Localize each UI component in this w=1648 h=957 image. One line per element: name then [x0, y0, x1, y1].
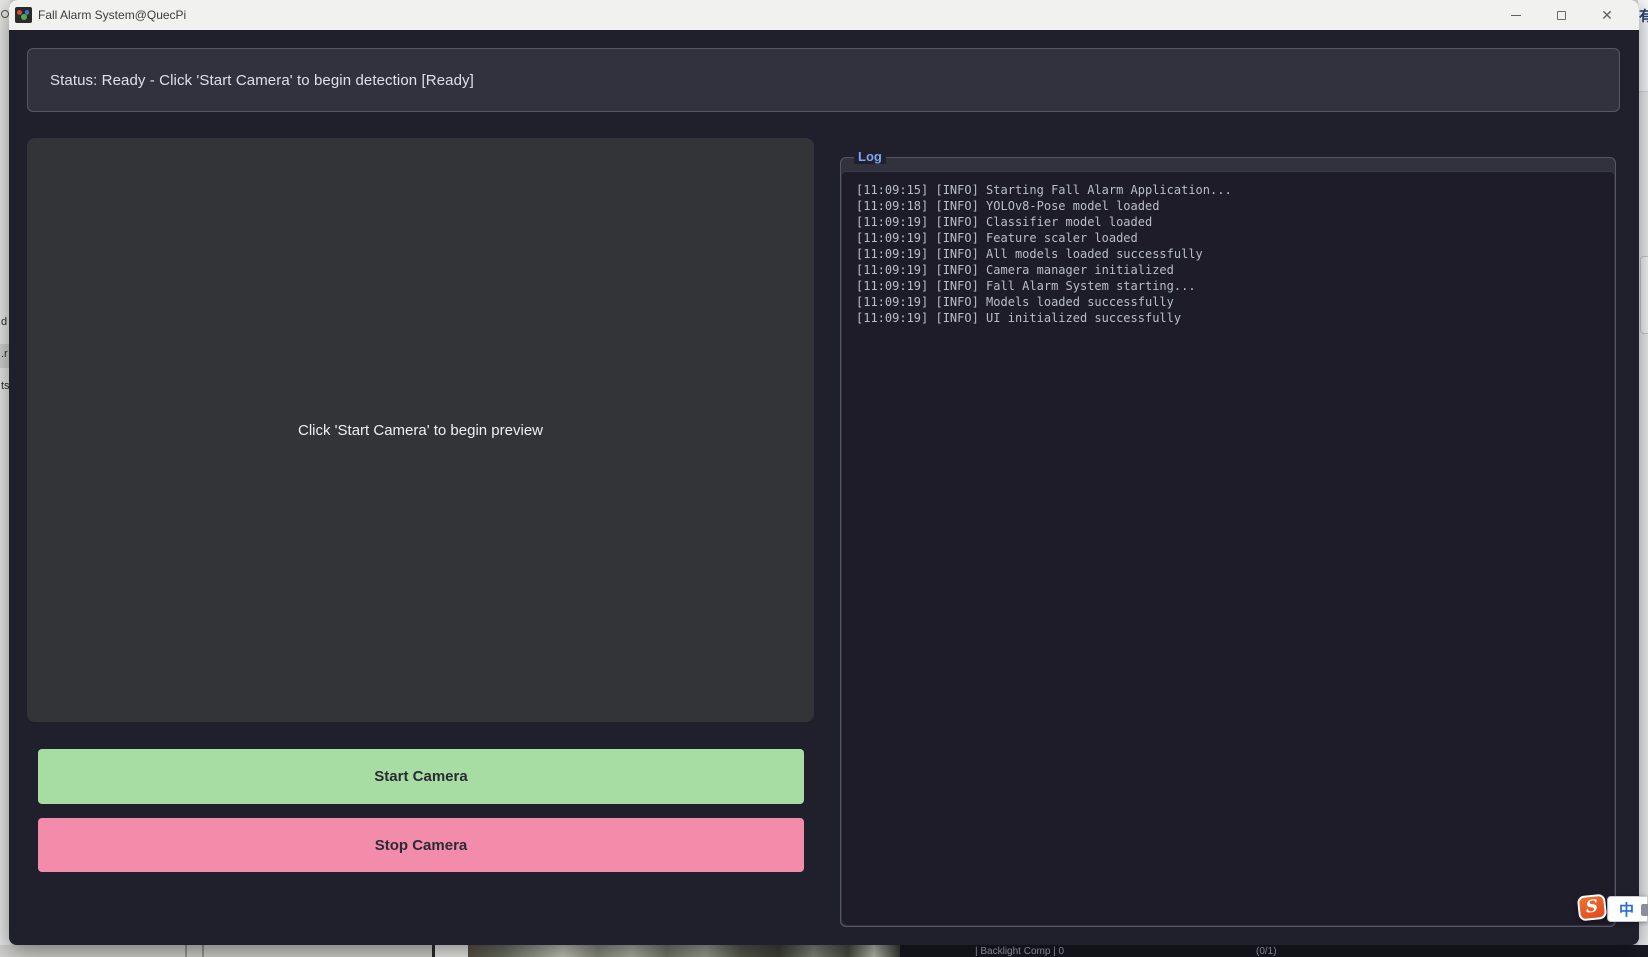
log-entry: [11:09:19] [INFO] Classifier model loade…	[856, 214, 1600, 230]
log-entry: [11:09:19] [INFO] UI initialized success…	[856, 310, 1600, 326]
background-divider	[202, 945, 204, 957]
preview-placeholder-text: Click 'Start Camera' to begin preview	[298, 422, 543, 439]
titlebar[interactable]: Fall Alarm System@QuecPi ✕	[9, 0, 1639, 30]
desktop-screen: d .r ts 有 | Backlight Comp | 0 (0/1) Fal…	[0, 0, 1648, 957]
window-title: Fall Alarm System@QuecPi	[38, 8, 186, 22]
background-settings-panel-fragment: | Backlight Comp | 0 (0/1)	[900, 945, 1648, 957]
maximize-icon	[1557, 11, 1566, 20]
background-pane-fragment	[432, 945, 468, 957]
fall-alarm-window: Fall Alarm System@QuecPi ✕ Status: Ready…	[9, 0, 1639, 945]
maximize-button[interactable]	[1544, 0, 1578, 30]
background-window-bottom-strip: | Backlight Comp | 0 (0/1)	[0, 945, 1648, 957]
background-text-fragment: .r	[1, 348, 8, 360]
background-divider	[185, 945, 187, 957]
page-indicator-label: (0/1)	[1256, 946, 1277, 957]
background-camera-frame-fragment	[468, 945, 900, 957]
background-chinese-char: 有	[1639, 6, 1648, 26]
background-window-right-sliver: 有	[1638, 0, 1648, 957]
sogou-logo-letter: S	[1585, 898, 1599, 916]
log-entry: [11:09:15] [INFO] Starting Fall Alarm Ap…	[856, 182, 1600, 198]
ime-chinese-mode-icon[interactable]: 中	[1619, 899, 1634, 920]
status-text: Status: Ready - Click 'Start Camera' to …	[50, 72, 474, 89]
window-content: Status: Ready - Click 'Start Camera' to …	[9, 30, 1639, 945]
status-bar: Status: Ready - Click 'Start Camera' to …	[27, 48, 1620, 112]
log-group-title: Log	[854, 149, 886, 164]
log-entry: [11:09:18] [INFO] YOLOv8-Pose model load…	[856, 198, 1600, 214]
log-entry: [11:09:19] [INFO] All models loaded succ…	[856, 246, 1600, 262]
background-pane-fragment	[0, 945, 432, 957]
log-groupbox: Log [11:09:15] [INFO] Starting Fall Alar…	[840, 157, 1616, 927]
ime-toolbar[interactable]: 中 S	[1578, 892, 1648, 924]
log-entry: [11:09:19] [INFO] Fall Alarm System star…	[856, 278, 1600, 294]
sogou-logo-icon[interactable]: S	[1577, 894, 1607, 922]
close-button[interactable]: ✕	[1590, 0, 1624, 30]
background-panel-fragment	[1640, 256, 1648, 334]
backlight-comp-label: | Backlight Comp | 0	[975, 946, 1064, 957]
start-camera-button[interactable]: Start Camera	[38, 749, 804, 804]
close-icon: ✕	[1601, 7, 1613, 24]
log-entry: [11:09:19] [INFO] Models loaded successf…	[856, 294, 1600, 310]
ime-language-panel[interactable]: 中	[1607, 896, 1648, 922]
log-entry: [11:09:19] [INFO] Camera manager initial…	[856, 262, 1600, 278]
app-icon	[15, 7, 32, 23]
camera-preview-panel: Click 'Start Camera' to begin preview	[27, 138, 814, 722]
ime-clipped-icon	[1641, 904, 1648, 916]
minimize-icon	[1511, 15, 1521, 16]
minimize-button[interactable]	[1499, 0, 1533, 30]
background-text-fragment: d	[1, 316, 7, 328]
background-icon-fragment	[1, 10, 9, 18]
log-entry: [11:09:19] [INFO] Feature scaler loaded	[856, 230, 1600, 246]
log-textarea[interactable]: [11:09:15] [INFO] Starting Fall Alarm Ap…	[842, 171, 1614, 925]
stop-camera-button[interactable]: Stop Camera	[38, 818, 804, 872]
